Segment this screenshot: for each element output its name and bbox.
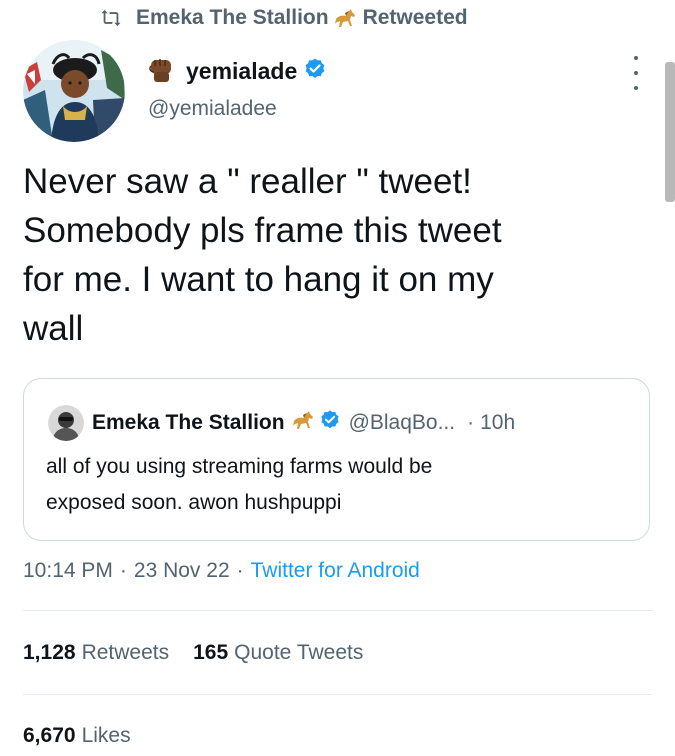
tweet-meta: 10:14 PM · 23 Nov 22 · Twitter for Andro… — [23, 555, 420, 587]
quote-tweets-count: 165 — [193, 641, 229, 664]
engagement-stats: 1,128 Retweets 165 Quote Tweets — [23, 637, 363, 669]
likes-count: 6,670 — [23, 724, 76, 747]
raised-fist-icon — [146, 54, 176, 89]
likes-stat[interactable]: 6,670 Likes — [23, 720, 131, 752]
horse-emoji-icon — [333, 7, 357, 29]
tweet-text-line: Somebody pls frame this tweet — [23, 211, 502, 250]
quote-tweets-stat[interactable]: 165 Quote Tweets — [193, 641, 363, 665]
quoted-author-avatar[interactable] — [48, 405, 84, 441]
retweeted-header[interactable]: Emeka The Stallion Retweeted — [100, 3, 468, 33]
tweet-time[interactable]: 10:14 PM — [23, 559, 113, 583]
tweet-text-line: Never saw a " realler " tweet! — [23, 162, 472, 201]
retweets-label: Retweets — [81, 641, 170, 664]
horse-emoji-icon — [291, 409, 315, 437]
verified-badge-icon — [303, 57, 327, 86]
author-display-name[interactable]: yemialade — [186, 58, 297, 85]
tweet-source-link[interactable]: Twitter for Android — [251, 559, 420, 583]
quoted-tweet-card[interactable]: Emeka The Stallion @BlaqBo... · 10h all … — [23, 378, 650, 541]
author-name-row[interactable]: yemialade — [146, 53, 327, 89]
tweet-detail-page: Emeka The Stallion Retweeted yemialade @… — [0, 0, 675, 756]
separator-dot: · — [236, 559, 244, 582]
author-handle[interactable]: @yemialadee — [148, 97, 277, 121]
tweet-text-line: for me. I want to hang it on my — [23, 260, 494, 299]
retweets-stat[interactable]: 1,128 Retweets — [23, 641, 169, 665]
more-options-icon[interactable] — [626, 56, 646, 90]
quoted-tweet-time[interactable]: 10h — [480, 411, 515, 435]
separator-dot: · — [119, 559, 127, 582]
retweets-count: 1,128 — [23, 641, 76, 664]
separator-dot: · — [467, 411, 475, 434]
quote-tweets-label: Quote Tweets — [234, 641, 364, 664]
quoted-tweet-text: all of you using streaming farms would b… — [46, 449, 636, 521]
retweeted-label: Retweeted — [362, 6, 468, 29]
quoted-text-line: exposed soon. awon hushpuppi — [46, 491, 342, 514]
tweet-date[interactable]: 23 Nov 22 — [134, 559, 230, 583]
retweet-icon — [100, 8, 122, 28]
quoted-author-name[interactable]: Emeka The Stallion — [92, 411, 285, 435]
quoted-tweet-header: Emeka The Stallion @BlaqBo... · 10h — [92, 405, 515, 441]
divider — [23, 694, 653, 695]
tweet-text-line: wall — [23, 309, 84, 348]
retweeter-name[interactable]: Emeka The Stallion — [136, 6, 329, 30]
quoted-text-line: all of you using streaming farms would b… — [46, 455, 433, 478]
author-avatar[interactable] — [23, 40, 125, 142]
divider — [23, 610, 653, 611]
likes-label: Likes — [81, 724, 131, 747]
quoted-author-handle[interactable]: @BlaqBo... — [349, 411, 456, 435]
verified-badge-icon — [319, 409, 341, 437]
tweet-text: Never saw a " realler " tweet! Somebody … — [23, 157, 643, 353]
scrollbar[interactable] — [665, 62, 675, 202]
